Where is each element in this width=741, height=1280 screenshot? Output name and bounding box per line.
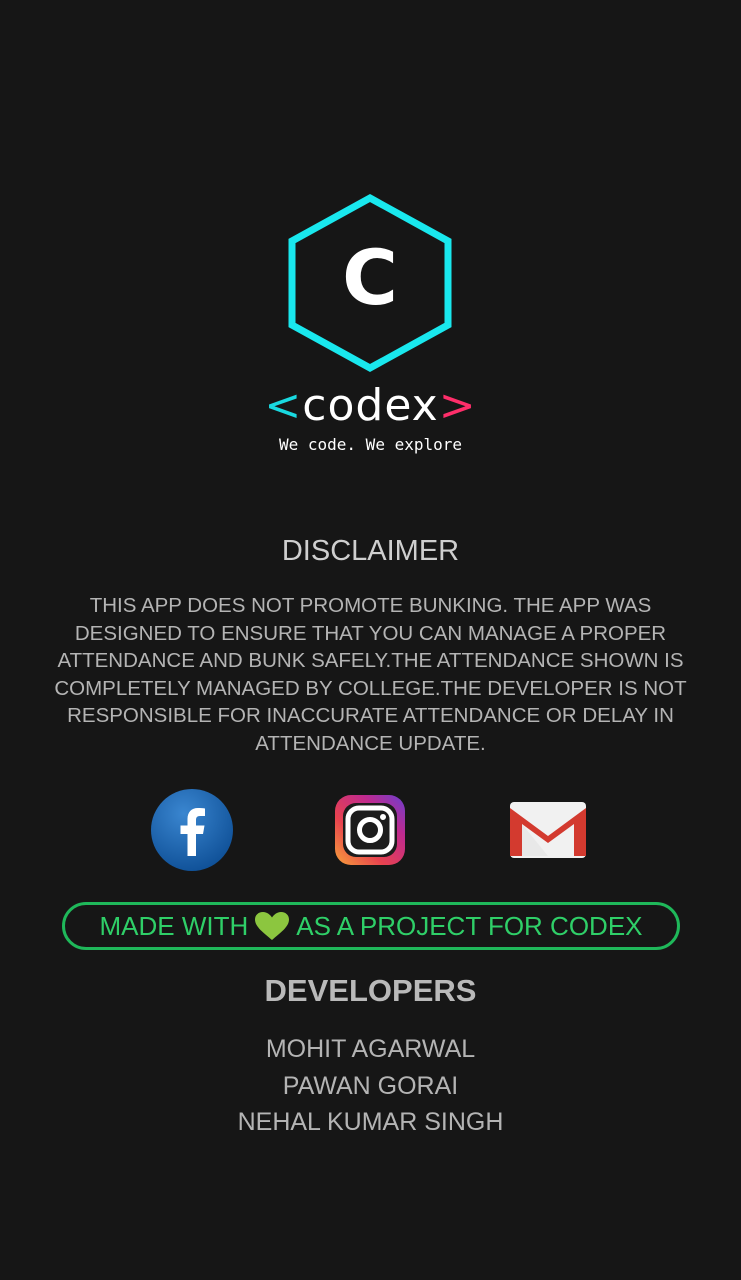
brand-bracket-left: < <box>264 380 303 431</box>
made-with-prefix: MADE WITH <box>99 910 249 941</box>
about-screen: C <codex> We code. We explore DISCLAIMER… <box>0 0 741 1280</box>
made-with-suffix: AS A PROJECT FOR CODEX <box>296 910 643 941</box>
codex-hexagon-logo: C <box>288 194 452 372</box>
facebook-icon <box>151 789 233 871</box>
disclaimer-text: THIS APP DOES NOT PROMOTE BUNKING. THE A… <box>54 594 687 755</box>
instagram-icon <box>335 795 405 865</box>
developers-list: MOHIT AGARWAL PAWAN GORAI NEHAL KUMAR SI… <box>0 1031 741 1141</box>
logo-letter: C <box>342 233 398 322</box>
gmail-icon <box>510 802 586 858</box>
heart-icon <box>255 912 290 940</box>
instagram-button[interactable] <box>334 788 406 872</box>
brand-name: codex <box>302 380 439 431</box>
developers-title: DEVELOPERS <box>264 973 477 1008</box>
developer-name: MOHIT AGARWAL <box>265 1035 476 1063</box>
facebook-button[interactable] <box>150 788 234 872</box>
disclaimer-title: DISCLAIMER <box>281 535 460 567</box>
gmail-button[interactable] <box>507 788 589 872</box>
developer-name: NEHAL KUMAR SINGH <box>237 1108 504 1136</box>
brand-bracket-right: > <box>438 380 477 431</box>
brand-tagline: We code. We explore <box>278 435 463 454</box>
made-with-banner[interactable]: MADE WITH AS A PROJECT FOR CODEX <box>62 902 680 950</box>
developer-name: PAWAN GORAI <box>282 1071 459 1100</box>
brand-wordmark: <codex> <box>0 378 741 434</box>
